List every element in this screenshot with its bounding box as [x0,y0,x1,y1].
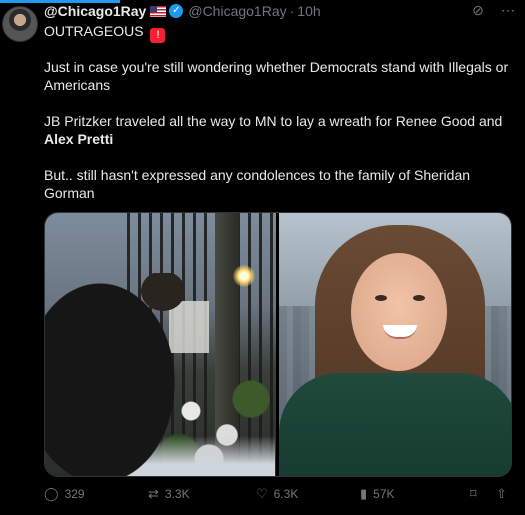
right-eye-shape [413,295,425,301]
like-button[interactable]: ♡ 6.3K [256,486,298,502]
photo-memorial[interactable] [45,213,276,476]
photo-portrait[interactable] [279,213,511,476]
views-button[interactable]: ▮ 57K [360,486,395,502]
more-icon[interactable]: ⋯ [499,2,517,19]
tweet-paragraph-2: JB Pritzker traveled all the way to MN t… [44,112,512,148]
timestamp[interactable]: 10h [297,3,320,19]
mention-alex-pretti: Alex Pretti [44,131,114,147]
like-icon: ♡ [256,486,268,501]
grok-icon[interactable]: ⊘ [469,2,487,19]
us-flag-icon [150,5,167,17]
media-grid [44,212,512,477]
share-button[interactable]: ⇧ [496,486,507,502]
header-actions: ⊘ ⋯ [469,2,517,19]
man-silhouette [45,273,185,476]
like-count: 6.3K [273,487,299,501]
tweet-headline: OUTRAGEOUS [44,23,144,39]
tweet-paragraph-2-text: JB Pritzker traveled all the way to MN t… [44,113,503,129]
siren-emoji-icon: ! [150,28,166,43]
action-bar: ◯ 329 ⇄ 3.3K ♡ 6.3K ▮ 57K ⌑ ⇧ [44,486,514,504]
separator-dot: · [289,3,295,19]
bookmark-icon: ⌑ [470,486,477,501]
tweet-header: @Chicago1Ray ✓ @Chicago1Ray · 10h [44,2,515,20]
avatar[interactable] [2,6,38,42]
retweet-button[interactable]: ⇄ 3.3K [148,486,190,502]
tweet[interactable]: @Chicago1Ray ✓ @Chicago1Ray · 10h ⊘ ⋯ OU… [0,0,525,515]
light-shape [233,265,255,287]
reply-count: 329 [64,487,85,501]
tweet-paragraph-1: Just in case you're still wondering whet… [44,59,509,93]
face-shape [351,253,447,371]
sweater-shape [279,373,511,476]
reply-button[interactable]: ◯ 329 [44,486,85,502]
retweet-icon: ⇄ [148,486,159,501]
user-handle[interactable]: @Chicago1Ray [188,3,286,19]
reply-icon: ◯ [44,486,59,501]
left-eye-shape [375,295,387,301]
verified-badge-icon[interactable]: ✓ [169,4,184,18]
views-count: 57K [373,487,395,501]
retweet-count: 3.3K [164,487,190,501]
tweet-paragraph-3: But.. still hasn't expressed any condole… [44,167,471,201]
display-name[interactable]: @Chicago1Ray [44,3,146,19]
share-icon: ⇧ [496,486,507,501]
bookmark-button[interactable]: ⌑ [470,486,477,502]
views-icon: ▮ [360,486,368,501]
tweet-first-line: OUTRAGEOUS ! [44,23,166,43]
